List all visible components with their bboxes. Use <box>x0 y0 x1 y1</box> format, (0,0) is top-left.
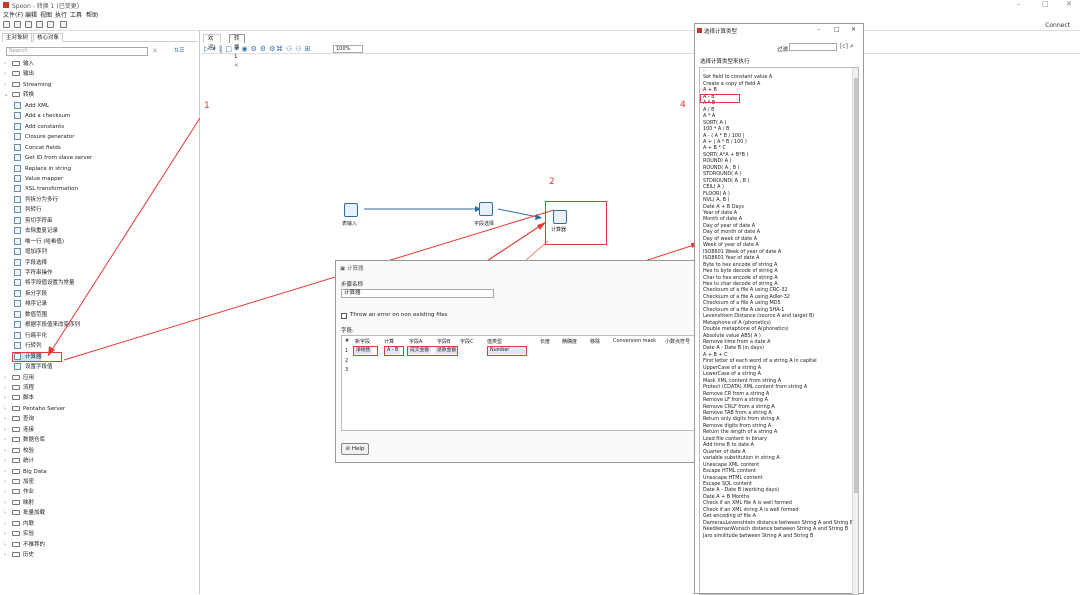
calculator-step-highlight <box>545 201 607 245</box>
col-decimal-symbol: 小数点符号 <box>665 339 691 345</box>
row-2-num: 2 <box>345 358 349 364</box>
throw-error-label: Throw an error on non existing files <box>350 312 448 318</box>
dialog-title: ▣ 计算器 <box>340 266 364 272</box>
a-minus-b-highlight <box>700 94 740 103</box>
step-name-label: 步骤名称 <box>341 282 364 288</box>
help-button[interactable]: ⊘ Help <box>341 443 369 455</box>
col-field-a: 字段A <box>409 339 423 345</box>
help-label: Help <box>351 446 365 452</box>
calculator-dialog: ▣ 计算器 步骤名称 计算器 Throw an error on non exi… <box>335 260 696 463</box>
picker-maximize-icon[interactable]: □ <box>834 26 840 33</box>
picker-app-icon <box>697 28 702 33</box>
col-precision: 精确度 <box>562 339 578 345</box>
new-field-highlight <box>353 346 378 356</box>
fields-ab-highlight <box>407 346 458 356</box>
annotation-2: 2 <box>549 177 555 187</box>
col-new-field: 新字段 <box>355 339 371 345</box>
throw-error-checkbox[interactable] <box>341 313 347 319</box>
status-bar <box>0 585 1080 594</box>
calc-type-picker: 选择计算类型 – □ ✕ 过滤 [c] ⌕ 选择计算类型来执行 - Set fie… <box>694 23 864 595</box>
case-sensitive-icon[interactable]: [c] <box>840 43 848 50</box>
fields-label: 字段: <box>341 328 354 334</box>
row-3-num: 3 <box>345 367 349 373</box>
calculator-tree-highlight <box>12 352 62 362</box>
annotation-4: 4 <box>680 100 686 110</box>
col-value-type: 值类型 <box>487 339 503 345</box>
list-scrollbar[interactable] <box>852 68 858 594</box>
fields-table: # 新字段 计算 字段A 字段B 字段C 值类型 长度 精确度 移除 Conve… <box>341 335 696 431</box>
filter-input[interactable] <box>789 43 837 51</box>
value-type-highlight <box>487 346 527 356</box>
picker-heading: 选择计算类型来执行 <box>700 59 750 65</box>
calc-type-option[interactable]: NeedlemanWunsch distance between String … <box>700 526 850 532</box>
col-remove: 移除 <box>590 339 601 345</box>
col-length: 长度 <box>540 339 551 345</box>
row-1-num: 1 <box>345 348 349 354</box>
picker-close-icon[interactable]: ✕ <box>851 26 856 33</box>
col-field-c: 字段C <box>460 339 474 345</box>
col-calc: 计算 <box>384 339 395 345</box>
dialog-title-text: 计算器 <box>346 266 364 272</box>
calc-type-list: - Set field to constant value A Create a c… <box>699 67 859 595</box>
picker-minimize-icon[interactable]: – <box>817 26 820 33</box>
scrollbar-thumb[interactable] <box>854 78 858 493</box>
search-icon[interactable]: ⌕ <box>850 42 854 51</box>
filter-label: 过滤 <box>777 47 789 53</box>
col-conversion-mask: Conversion mask <box>613 338 657 344</box>
col-num: # <box>345 338 350 344</box>
calc-highlight <box>384 346 404 356</box>
step-name-input[interactable]: 计算器 <box>341 289 494 298</box>
col-field-b: 字段B <box>437 339 451 345</box>
calc-type-option[interactable]: Jaro similitude between String A and Str… <box>700 533 850 539</box>
annotation-1: 1 <box>204 101 210 111</box>
picker-title: 选择计算类型 <box>704 29 738 35</box>
